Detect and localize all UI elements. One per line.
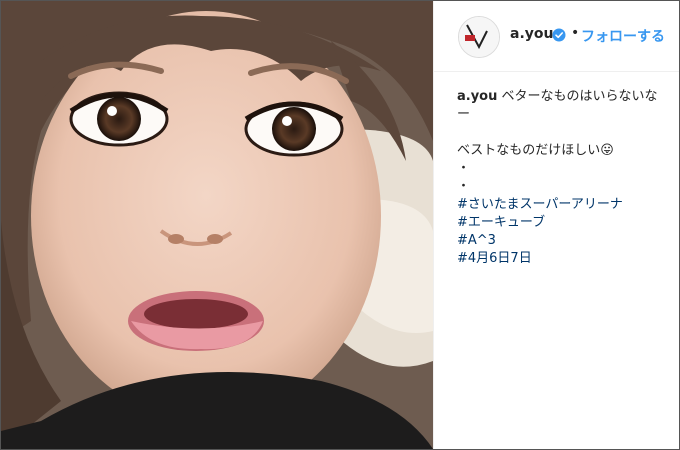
instagram-embed: a.you • フォローする a.you ベターなものはいらないなー ベストなも… (0, 0, 680, 450)
post-photo[interactable] (1, 1, 433, 449)
avatar[interactable] (458, 16, 500, 58)
post-side-panel: a.you • フォローする a.you ベターなものはいらないなー ベストなも… (433, 1, 679, 449)
caption-dot-1: ・ (457, 161, 471, 176)
author-username[interactable]: a.you (510, 26, 553, 42)
selfie-image (1, 1, 433, 449)
caption-username[interactable]: a.you (457, 89, 497, 104)
follow-button[interactable]: フォローする (581, 26, 665, 46)
caption-line-2: ベストなものだけほしい (457, 143, 601, 158)
caption-dot-2: ・ (457, 179, 471, 194)
post-caption: a.you ベターなものはいらないなー ベストなものだけほしい😛 ・ ・ #さい… (457, 88, 667, 268)
hashtag-link[interactable]: #4月6日7日 (457, 250, 667, 268)
hashtag-link[interactable]: #さいたまスーパーアリーナ (457, 196, 667, 214)
tongue-emoji-icon: 😛 (600, 143, 614, 158)
verified-badge-icon (552, 28, 566, 42)
hashtag-link[interactable]: #A^3 (457, 232, 667, 250)
separator-dot: • (571, 25, 580, 41)
hashtag-link[interactable]: #エーキューブ (457, 214, 667, 232)
avatar-image (459, 17, 499, 57)
post-header: a.you • フォローする (434, 1, 679, 72)
